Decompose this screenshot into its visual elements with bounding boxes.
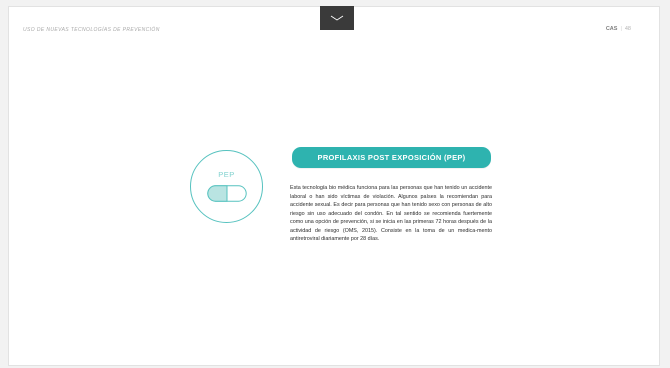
- page-indicator: CAS | 48: [606, 26, 631, 32]
- pill-icon: [207, 185, 247, 202]
- pep-label: PEP: [218, 170, 235, 179]
- language-switch[interactable]: CAS: [606, 26, 618, 32]
- document-page: USO DE NUEVAS TECNOLOGÍAS DE PREVENCIÓN …: [8, 6, 660, 366]
- pep-badge: PEP: [190, 150, 263, 223]
- separator: |: [620, 26, 622, 32]
- page-number: 48: [624, 26, 631, 32]
- section-title: USO DE NUEVAS TECNOLOGÍAS DE PREVENCIÓN: [23, 27, 160, 33]
- pep-description: Esta tecnología bio médica funciona para…: [290, 185, 492, 243]
- chevron-down-icon: [330, 15, 344, 21]
- pep-title-banner: PROFILAXIS POST EXPOSICIÓN (PEP): [292, 147, 491, 168]
- menu-toggle-button[interactable]: [320, 6, 354, 30]
